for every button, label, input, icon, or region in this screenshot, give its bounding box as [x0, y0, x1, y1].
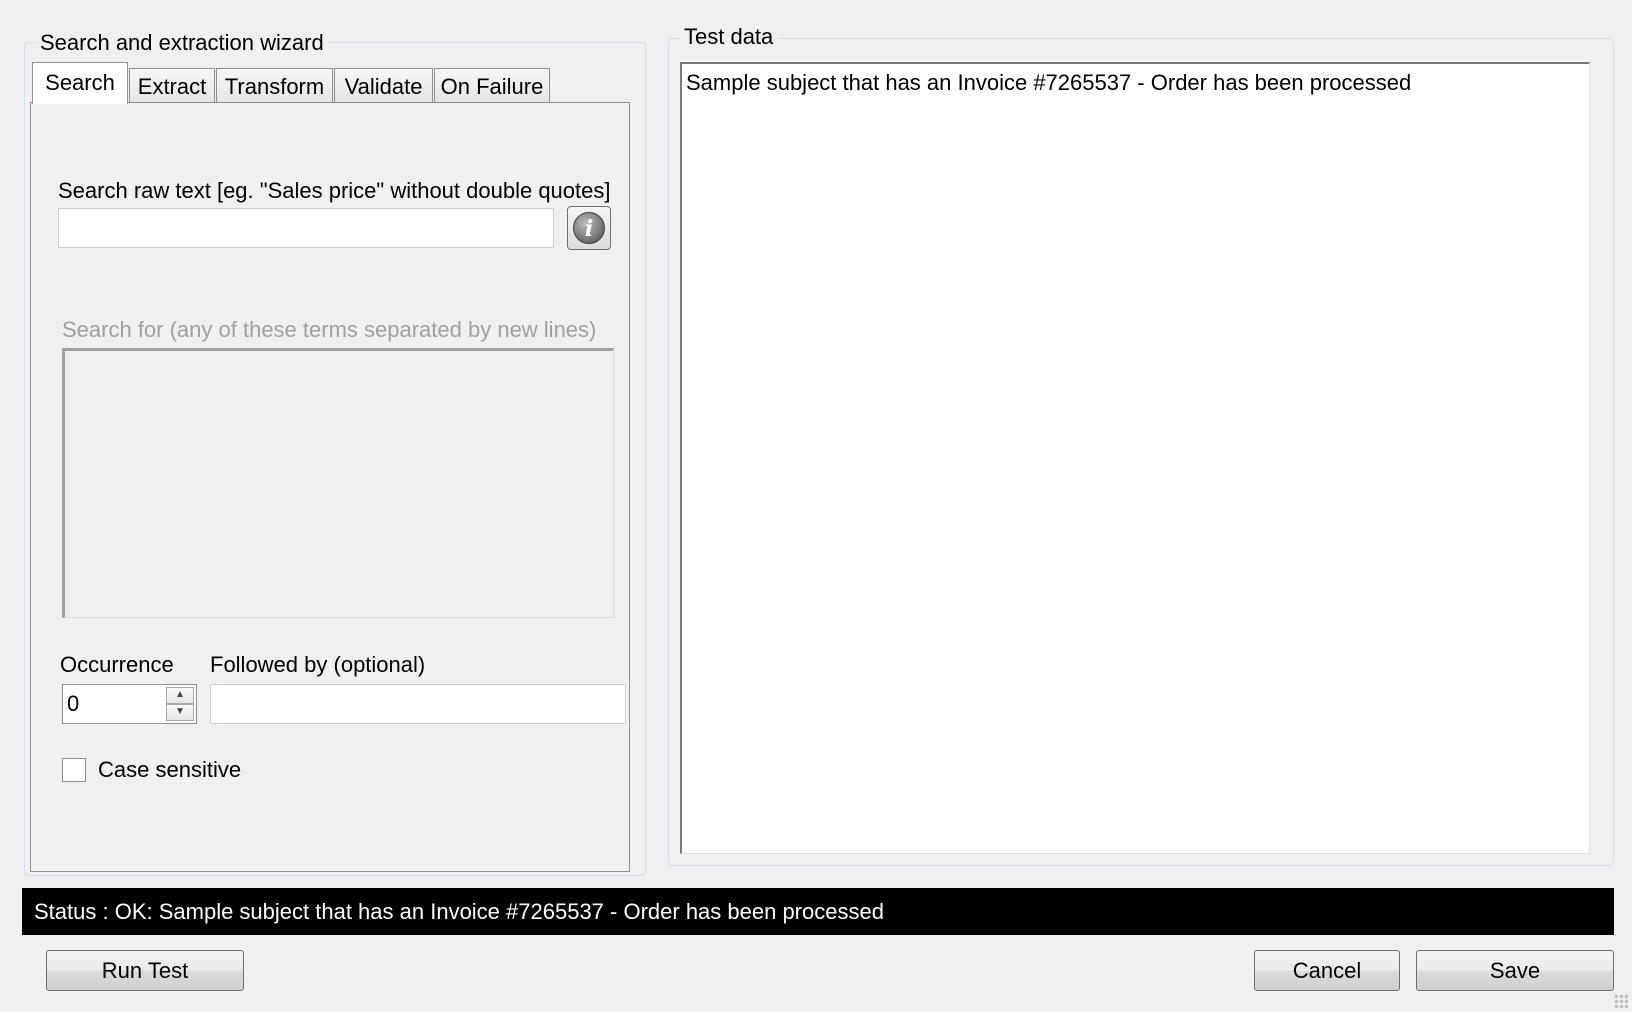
test-data-group-title: Test data	[680, 24, 778, 50]
tab-search[interactable]: Search	[32, 62, 128, 104]
info-button[interactable]: i	[567, 206, 611, 250]
case-sensitive-checkbox[interactable]	[62, 758, 86, 782]
followed-by-label: Followed by (optional)	[210, 652, 426, 677]
tab-extract[interactable]: Extract	[129, 68, 215, 104]
search-for-label: Search for (any of these terms separated…	[62, 317, 597, 342]
occurrence-label: Occurrence	[60, 652, 174, 677]
resize-grip-icon[interactable]	[1614, 994, 1628, 1008]
occurrence-value[interactable]: 0	[67, 691, 79, 717]
search-raw-text-input[interactable]	[58, 208, 554, 248]
occurrence-stepper[interactable]: 0 ▲ ▼	[62, 684, 197, 724]
run-test-button[interactable]: Run Test	[46, 950, 244, 991]
search-for-textarea[interactable]	[62, 348, 614, 618]
cancel-button[interactable]: Cancel	[1254, 950, 1400, 991]
followed-by-input[interactable]	[210, 684, 626, 724]
search-extraction-group-title: Search and extraction wizard	[36, 30, 328, 56]
save-button[interactable]: Save	[1416, 950, 1614, 991]
test-data-textarea[interactable]: Sample subject that has an Invoice #7265…	[680, 62, 1590, 854]
search-raw-text-label: Search raw text [eg. "Sales price" witho…	[58, 178, 611, 203]
spin-up-icon[interactable]: ▲	[166, 687, 194, 704]
tab-transform[interactable]: Transform	[216, 68, 333, 104]
case-sensitive-label[interactable]: Case sensitive	[98, 757, 241, 783]
status-bar: Status : OK: Sample subject that has an …	[22, 888, 1614, 935]
tab-validate[interactable]: Validate	[334, 68, 433, 104]
wizard-window: Search and extraction wizard Search Extr…	[0, 0, 1632, 1012]
info-icon: i	[573, 212, 605, 244]
occurrence-spin-buttons: ▲ ▼	[166, 687, 194, 721]
spin-down-icon[interactable]: ▼	[166, 704, 194, 721]
tab-on-failure[interactable]: On Failure	[434, 68, 550, 104]
